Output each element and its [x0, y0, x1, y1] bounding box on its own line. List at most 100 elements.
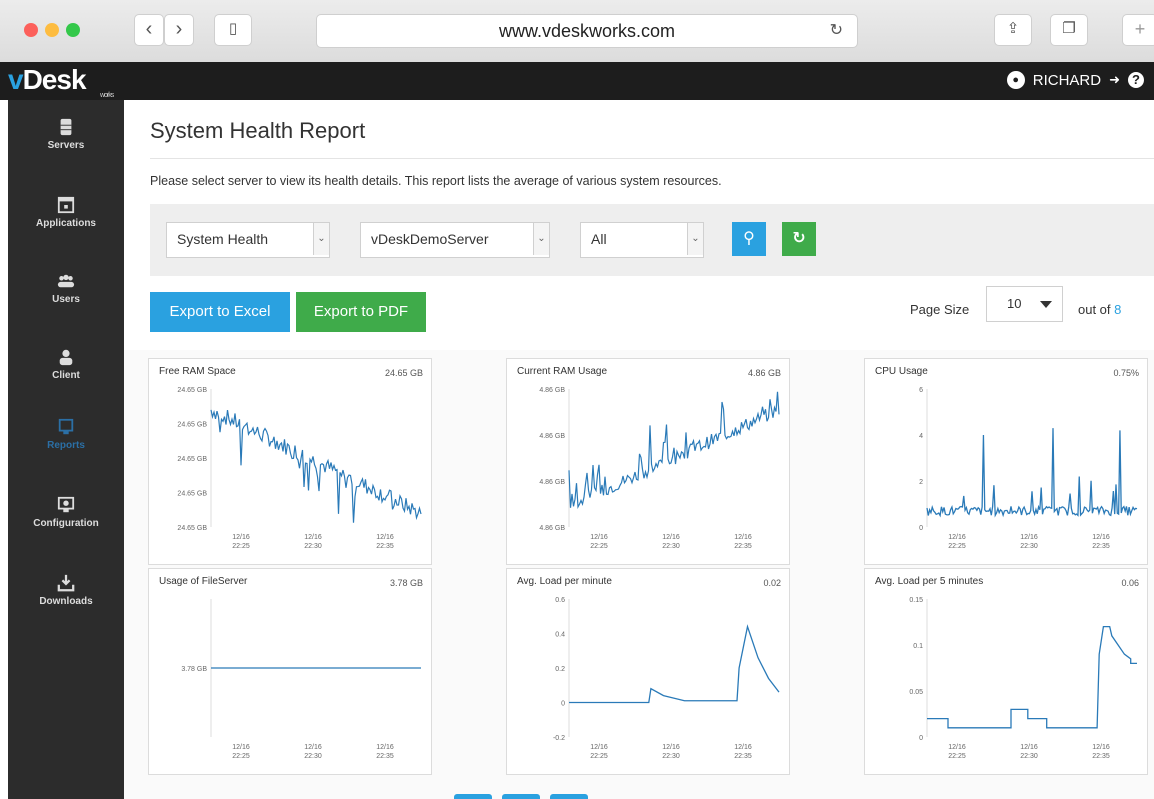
chevron-down-icon: ⌄ [313, 223, 329, 255]
series-line [568, 391, 780, 510]
share-icon[interactable]: ⇪ [994, 14, 1032, 46]
chart-title: Avg. Load per 5 minutes [875, 576, 984, 587]
y-tick-label: 4.86 GB [539, 433, 565, 440]
chart-current-value: 0.75% [1113, 368, 1139, 378]
chart-card: 4.86 GB 4.86 GB 4.86 GB 4.86 GB 12/16 22:25 12… [506, 358, 790, 565]
y-tick-label: 24.65 GB [177, 422, 207, 429]
main-content: System Health Report Please select serve… [124, 100, 1154, 799]
series-line [926, 428, 1138, 518]
y-tick-label: 24.65 GB [177, 525, 207, 532]
x-tick-label: 12/16 22:25 [590, 534, 608, 550]
chart-title: Usage of FileServer [159, 576, 248, 587]
sidebar-item-configuration[interactable]: Configuration [8, 496, 124, 529]
user-avatar-icon: ● [1006, 71, 1025, 89]
series-line [210, 409, 422, 523]
y-tick-label: 24.65 GB [177, 387, 207, 394]
logout-icon[interactable]: ➜ [1109, 72, 1120, 88]
y-tick-label: 2 [919, 479, 923, 486]
search-button[interactable]: ⚲ [732, 222, 766, 256]
chart-title: CPU Usage [875, 366, 928, 377]
reload-icon[interactable]: ↻ [830, 20, 843, 40]
y-tick-label: 4.86 GB [539, 479, 565, 486]
chart-title: Avg. Load per minute [517, 576, 612, 587]
browser-toolbar: ‹ › ▯ www.vdeskworks.com ↻ ⇪ ❐ + [0, 0, 1154, 63]
y-tick-label: 0.2 [555, 666, 565, 673]
server-icon [60, 118, 72, 136]
pagination-button[interactable] [502, 794, 540, 799]
pagination-button[interactable] [550, 794, 588, 799]
vdesk-logo[interactable]: vDesk works [8, 64, 114, 99]
reports-icon [58, 418, 74, 435]
export-pdf-button[interactable]: Export to PDF [296, 292, 426, 332]
chart-current-value: 0.06 [1121, 578, 1139, 588]
y-tick-label: 6 [919, 387, 923, 394]
chart-card: 3.78 GB 12/16 22:25 12/16 22:30 12/16 22:35 Usa… [148, 568, 432, 775]
address-bar[interactable]: www.vdeskworks.com ↻ [316, 14, 858, 48]
report-type-select[interactable]: System Health ⌄ [166, 222, 330, 258]
caret-down-icon [1040, 301, 1052, 308]
period-select[interactable]: All ⌄ [580, 222, 704, 258]
chart-plot: 0.15 0.1 0.05 0 12/16 22:25 12/16 22:30 12/16 22:… [909, 597, 1137, 760]
search-icon: ⚲ [743, 230, 755, 247]
y-tick-label: 24.65 GB [177, 491, 207, 498]
help-icon[interactable]: ? [1128, 72, 1144, 88]
refresh-button[interactable]: ↻ [782, 222, 816, 256]
y-tick-label: 4 [919, 433, 923, 440]
sidebar-item-users[interactable]: Users [8, 272, 124, 305]
user-menu[interactable]: ● RICHARD ➜ ? [1006, 71, 1144, 89]
forward-button[interactable]: › [164, 14, 194, 46]
page-size-select[interactable]: 10 [986, 286, 1063, 322]
charts-grid: 24.65 GB 24.65 GB 24.65 GB 24.65 GB 24.65 GB… [124, 350, 1154, 799]
sidebar-toggle-icon[interactable]: ▯ [214, 14, 252, 46]
chevron-down-icon: ⌄ [687, 223, 703, 255]
x-tick-label: 12/16 22:25 [232, 744, 250, 760]
back-button[interactable]: ‹ [134, 14, 164, 46]
chart-plot: 6 4 2 0 12/16 22:25 12/16 22:30 12/16 22:35 [919, 387, 1138, 550]
tabs-icon[interactable]: ❐ [1050, 14, 1088, 46]
new-tab-button[interactable]: + [1122, 14, 1154, 46]
y-tick-label: 0 [561, 701, 565, 708]
y-tick-label: 0.4 [555, 632, 565, 639]
y-tick-label: 3.78 GB [181, 666, 207, 673]
chart-plot: 4.86 GB 4.86 GB 4.86 GB 4.86 GB 12/16 22:25 12… [539, 387, 780, 550]
total-pages-link[interactable]: 8 [1114, 302, 1121, 317]
chart-plot: 3.78 GB 12/16 22:25 12/16 22:30 12/16 22:35 [181, 599, 421, 760]
page-total: out of 8 [1078, 302, 1122, 317]
sidebar-item-downloads[interactable]: Downloads [8, 574, 124, 607]
url-text: www.vdeskworks.com [498, 21, 676, 41]
x-tick-label: 12/16 22:35 [734, 534, 752, 550]
close-window-button[interactable] [24, 23, 38, 37]
page-size-label: Page Size [910, 302, 970, 317]
sidebar-item-reports[interactable]: Reports [8, 418, 124, 451]
export-excel-button[interactable]: Export to Excel [150, 292, 290, 332]
x-tick-label: 12/16 22:30 [304, 534, 322, 550]
x-tick-label: 12/16 22:25 [232, 534, 250, 550]
applications-icon [57, 196, 75, 214]
y-tick-label: 4.86 GB [539, 525, 565, 532]
series-line [927, 625, 1137, 729]
x-tick-label: 12/16 22:30 [1020, 534, 1038, 550]
server-select[interactable]: vDeskDemoServer ⌄ [360, 222, 550, 258]
downloads-icon [57, 574, 75, 592]
pagination-button[interactable] [454, 794, 492, 799]
x-tick-label: 12/16 22:25 [590, 744, 608, 760]
minimize-window-button[interactable] [45, 23, 59, 37]
chart-card: 24.65 GB 24.65 GB 24.65 GB 24.65 GB 24.65 GB… [148, 358, 432, 565]
sidebar-item-servers[interactable]: Servers [8, 118, 124, 151]
sidebar-item-applications[interactable]: Applications [8, 196, 124, 229]
sidebar-item-client[interactable]: Client [8, 348, 124, 381]
y-tick-label: 0.05 [909, 689, 923, 696]
x-tick-label: 12/16 22:35 [376, 534, 394, 550]
chart-current-value: 0.02 [763, 578, 781, 588]
x-tick-label: 12/16 22:30 [1020, 744, 1038, 760]
x-tick-label: 12/16 22:35 [1092, 744, 1110, 760]
y-tick-label: 0.15 [909, 597, 923, 604]
zoom-window-button[interactable] [66, 23, 80, 37]
chart-plot: 0.6 0.4 0.2 0 -0.2 12/16 22:25 12/16 22:30 12/16 2… [553, 597, 780, 760]
chart-current-value: 3.78 GB [389, 578, 423, 588]
y-tick-label: 0 [919, 735, 923, 742]
x-tick-label: 12/16 22:35 [734, 744, 752, 760]
user-name: RICHARD [1032, 71, 1102, 89]
y-tick-label: -0.2 [553, 735, 565, 742]
chart-card: 0.6 0.4 0.2 0 -0.2 12/16 22:25 12/16 22:30 12/16 2… [506, 568, 790, 775]
